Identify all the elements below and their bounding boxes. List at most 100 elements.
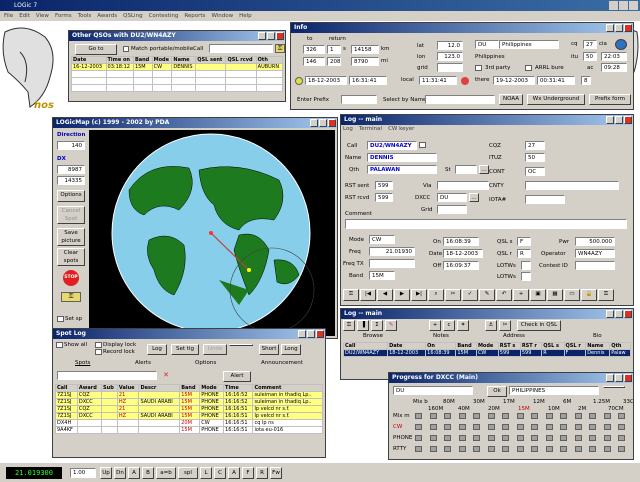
grid-field[interactable] <box>437 205 467 214</box>
key-icon[interactable]: ⚿ <box>343 320 355 331</box>
operator-field[interactable]: WN4AZY <box>575 249 615 258</box>
via-field[interactable] <box>437 181 489 190</box>
mode-field[interactable]: CW <box>369 235 395 244</box>
column-header[interactable]: Name <box>585 342 611 350</box>
add-icon[interactable]: + <box>429 320 441 331</box>
table-row[interactable]: DX4H 20M CW 16:16:51 cq lp ns <box>55 419 323 427</box>
status-button-7[interactable]: C <box>214 467 226 479</box>
record-lock-checkbox[interactable] <box>95 349 102 355</box>
column-header[interactable]: Date <box>71 56 107 64</box>
select-field[interactable] <box>425 95 495 104</box>
short-button[interactable]: Short <box>259 344 279 355</box>
status-button-1[interactable]: Dn <box>114 467 126 479</box>
status-button-5[interactable]: spl <box>178 467 198 479</box>
close-icon[interactable] <box>316 330 324 338</box>
prefix-form-button[interactable]: Prefix form <box>589 94 631 105</box>
status-button-8[interactable]: A <box>228 467 240 479</box>
cancel-spot-button[interactable]: Cancel Spot <box>57 206 85 224</box>
qslr-field[interactable]: R <box>517 249 531 258</box>
date-field[interactable]: 18-12-2003 <box>443 249 483 258</box>
key-icon[interactable]: ⚿ <box>275 44 285 53</box>
column-header[interactable]: Call <box>55 384 78 392</box>
call-field[interactable]: DU2/WN4AZY <box>367 141 417 150</box>
prev-icon[interactable]: ◀ <box>377 289 393 301</box>
table-row[interactable]: 9A4KF 15M PHONE 16:16:51 iota eu-016 <box>55 426 323 434</box>
column-header[interactable]: QSL rcvd <box>225 56 257 64</box>
dxcc-lookup-button[interactable]: … <box>469 193 479 202</box>
set-checkbox[interactable] <box>57 316 64 322</box>
iota-field[interactable] <box>525 195 565 204</box>
st-field[interactable] <box>455 165 477 174</box>
log-menu-item-2[interactable]: CW keyer <box>388 126 414 132</box>
spot-tab-3[interactable]: Announcement <box>261 360 303 366</box>
paint-icon[interactable]: ✎ <box>385 320 397 331</box>
call-check[interactable] <box>419 142 426 148</box>
contest-field[interactable] <box>575 261 615 270</box>
column-header[interactable]: Time <box>223 384 254 392</box>
column-header[interactable]: RST r <box>519 342 543 350</box>
column-header[interactable]: Date <box>387 342 427 350</box>
column-header[interactable]: Name <box>171 56 197 64</box>
column-header[interactable]: Sub <box>101 384 118 392</box>
freqrx-field[interactable] <box>369 259 415 268</box>
close-icon[interactable] <box>624 116 632 124</box>
dxcc-field[interactable]: DU <box>437 193 467 202</box>
status-button-0[interactable]: Up <box>100 467 112 479</box>
menu-item-9[interactable]: Window <box>211 11 233 21</box>
match-checkbox[interactable] <box>123 46 129 52</box>
log-main-tab-1[interactable]: Notes <box>433 333 449 339</box>
column-header[interactable]: Mode <box>199 384 225 392</box>
cont-field[interactable]: OC <box>525 167 545 176</box>
on-field[interactable]: 16:08:39 <box>443 237 479 246</box>
column-header[interactable]: QSL s <box>541 342 565 350</box>
column-header[interactable]: Award <box>76 384 103 392</box>
column-header[interactable]: On <box>425 342 457 350</box>
alert-button[interactable]: Alert <box>223 371 251 382</box>
set-button[interactable]: Set tig <box>171 344 199 355</box>
status-button-3[interactable]: B <box>142 467 154 479</box>
column-header[interactable]: Band <box>132 56 153 64</box>
log-menu-item-1[interactable]: Terminal <box>359 126 382 132</box>
globe-icon[interactable] <box>615 39 627 50</box>
star-icon[interactable]: ✶ <box>457 320 469 331</box>
column-header[interactable]: Descr <box>138 384 181 392</box>
clear-spots-button[interactable]: Clear spots <box>57 248 85 266</box>
status-button-6[interactable]: L <box>200 467 212 479</box>
status-button-10[interactable]: R <box>256 467 268 479</box>
close-icon[interactable] <box>328 119 336 127</box>
dxcc-ok-button[interactable]: Ok <box>487 386 507 397</box>
rst-sent-field[interactable]: 599 <box>375 181 393 190</box>
next-last-icon[interactable]: ▶| <box>411 289 427 301</box>
dxcc-sel-button[interactable] <box>603 386 625 388</box>
band-field[interactable]: 15M <box>369 271 395 280</box>
menu-item-5[interactable]: Awards <box>97 11 117 21</box>
cnty-field[interactable] <box>525 181 619 190</box>
menu-item-3[interactable]: Forms <box>55 11 72 21</box>
table-row[interactable]: 7Z1SJ DXCC HZ SAUDI ARABI 15M PHONE 16:16:52 su… <box>55 398 323 406</box>
grid-icon[interactable]: ▦ <box>547 289 563 301</box>
column-header[interactable]: Band <box>455 342 477 350</box>
spot-tab-0[interactable]: Spots <box>75 360 90 366</box>
prefix-field[interactable] <box>341 95 377 104</box>
third-party-checkbox[interactable] <box>475 65 482 71</box>
table-row[interactable]: 7Z1SJ CQZ 21 15M PHONE 16:16:52 suleiman in th… <box>55 391 323 399</box>
copy-icon[interactable]: c <box>443 320 455 331</box>
close-icon[interactable] <box>276 32 284 40</box>
cqz-field[interactable]: 27 <box>525 141 545 150</box>
save-icon[interactable]: ▣ <box>530 289 546 301</box>
column-header[interactable]: Time on <box>105 56 134 64</box>
table-row[interactable]: 7Z1SJ DXCC HZ SAUDI ARABI 15M PHONE 16:16:51 lp… <box>55 412 323 420</box>
menu-item-8[interactable]: Reports <box>184 11 205 21</box>
lotws-field[interactable] <box>521 261 531 270</box>
undo-button[interactable]: Undo <box>203 344 227 355</box>
status-button-4[interactable]: a=b <box>156 467 176 479</box>
wx-button[interactable]: Wx Underground <box>527 94 585 105</box>
step-field[interactable]: 1.00 <box>70 468 96 478</box>
menu-item-2[interactable]: View <box>36 11 49 21</box>
st-lookup-button[interactable]: … <box>479 165 489 174</box>
goto-button[interactable]: Go to <box>75 44 117 55</box>
table-row[interactable]: DU2/WN4AZY 18-12-2003 16:08:39 15M CW 599 599 R… <box>342 349 631 357</box>
log-main-tab-2[interactable]: Address <box>503 333 525 339</box>
menu-item-6[interactable]: QSLing <box>123 11 142 21</box>
column-header[interactable]: RST s <box>497 342 521 350</box>
